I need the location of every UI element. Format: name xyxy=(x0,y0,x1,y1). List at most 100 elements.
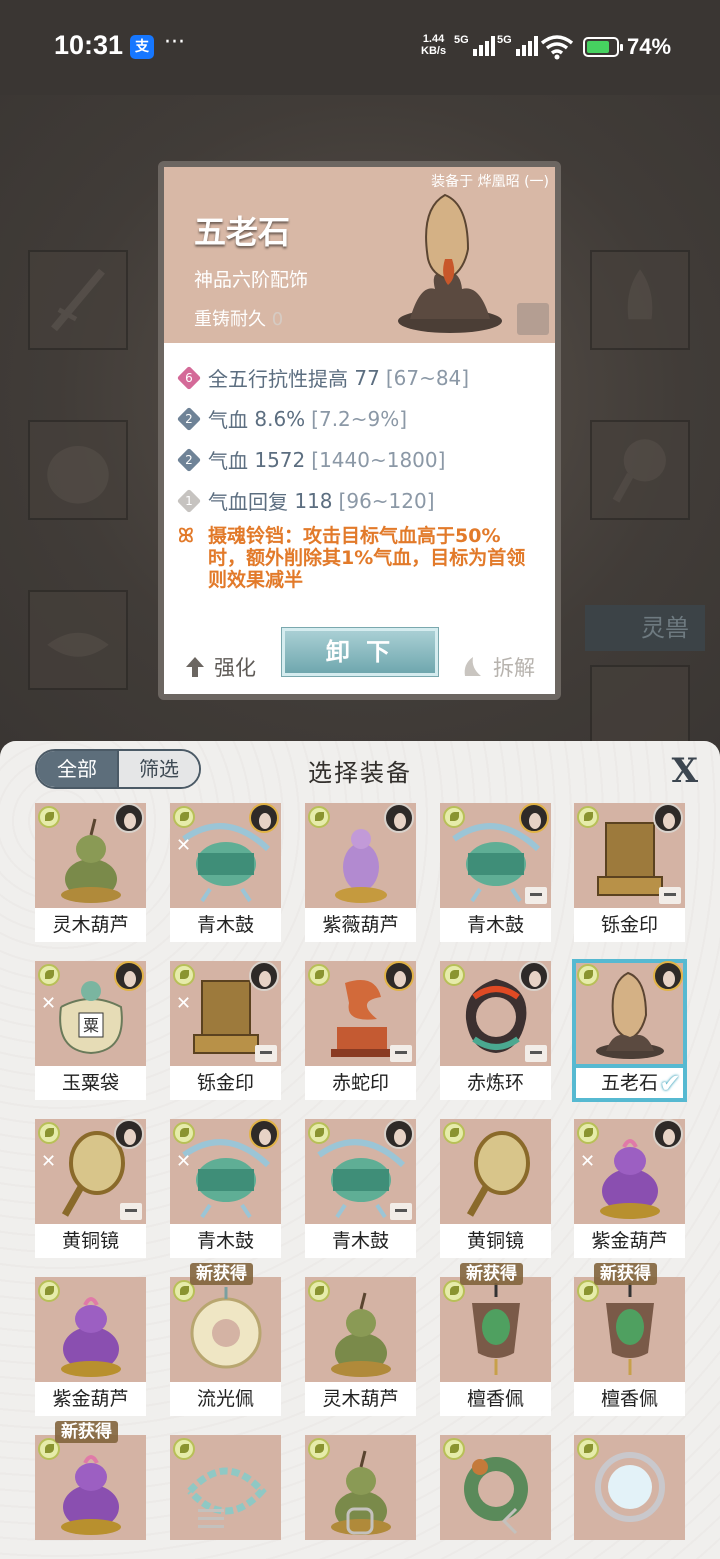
element-icon xyxy=(38,964,60,986)
element-icon xyxy=(577,1438,599,1460)
item-art xyxy=(466,1131,530,1217)
equipment-item[interactable]: 粟 ✕ 玉粟袋 xyxy=(35,961,146,1101)
stat-list: 6 全五行抗性提高 77 [67~84] 2 气血 8.6% [7.2~9%] … xyxy=(164,343,555,591)
owner-avatar xyxy=(114,1119,144,1149)
locked-icon xyxy=(525,1045,547,1062)
owner-avatar xyxy=(384,1119,414,1149)
new-badge: 新获得 xyxy=(460,1263,523,1285)
element-icon xyxy=(443,964,465,986)
wifi-icon xyxy=(540,35,574,60)
back-icon[interactable] xyxy=(500,1507,520,1539)
owner-avatar xyxy=(653,803,683,833)
item-art xyxy=(472,1283,520,1375)
equipment-item[interactable]: 紫金葫芦 xyxy=(35,1277,146,1417)
element-icon xyxy=(308,1438,330,1460)
equipment-item[interactable]: 新获得 流光佩 xyxy=(170,1263,281,1417)
equipment-item[interactable]: 青木鼓 xyxy=(440,803,551,943)
set-mark-icon: ✕ xyxy=(580,1151,596,1172)
equipment-item[interactable]: 青木鼓 xyxy=(305,1119,416,1259)
owner-avatar xyxy=(249,1119,279,1149)
equipped-on-label: 装备于 烨凰昭 (一) xyxy=(431,174,549,190)
stat-level-gem-icon: 6 xyxy=(176,365,202,390)
owner-avatar xyxy=(114,961,144,991)
spirit-beast-tab[interactable]: 灵兽 xyxy=(585,605,705,651)
equip-slot-weapon[interactable] xyxy=(28,250,128,350)
equipment-item[interactable]: ✕ 青木鼓 xyxy=(170,1119,281,1259)
element-icon xyxy=(443,1122,465,1144)
element-icon xyxy=(577,1122,599,1144)
set-mark-icon: ✕ xyxy=(41,993,57,1014)
equip-slot-armor[interactable] xyxy=(28,420,128,520)
special-effect: ꕤ 摄魂铃铛：攻击目标气血高于50%时，额外削除其1%气血，目标为首领则效果减半 xyxy=(178,525,526,591)
new-badge: 新获得 xyxy=(190,1263,253,1285)
locked-icon xyxy=(120,1203,142,1220)
equipment-item[interactable]: 五老石 ✔ xyxy=(572,959,687,1102)
element-icon xyxy=(38,806,60,828)
item-thumbnail: 新获得 xyxy=(574,1263,685,1382)
item-artwork xyxy=(398,193,502,333)
equipment-item[interactable]: ✕ 黄铜镜 xyxy=(35,1119,146,1259)
equipment-item[interactable]: 黄铜镜 xyxy=(440,1119,551,1259)
item-thumbnail xyxy=(305,961,416,1066)
item-label: 青木鼓 xyxy=(440,908,551,942)
recast-durability: 重铸耐久 0 xyxy=(194,309,284,330)
equipment-item[interactable]: 铄金印 xyxy=(574,803,685,943)
item-label: 檀香佩 xyxy=(440,1382,551,1416)
owner-avatar xyxy=(653,1119,683,1149)
item-thumbnail xyxy=(305,1277,416,1382)
equipment-item[interactable]: 赤蛇印 xyxy=(305,961,416,1101)
item-label: 青木鼓 xyxy=(305,1224,416,1258)
signal-icon: 5G xyxy=(454,34,495,56)
item-art xyxy=(331,1292,391,1377)
stat-row: 2 气血 8.6% [7.2~9%] xyxy=(176,398,555,439)
stat-row: 1 气血回复 118 [96~120] xyxy=(176,480,555,521)
equipment-item[interactable]: 新获得 檀香佩 xyxy=(574,1263,685,1417)
item-detail-card: 装备于 烨凰昭 (一) 五老石 神品六阶配饰 重铸耐久 0 6 全五行抗性提高 … xyxy=(158,161,561,700)
item-thumbnail: ✕ xyxy=(170,961,281,1066)
owner-avatar xyxy=(653,961,683,991)
battery-percent: 74% xyxy=(627,34,672,59)
element-icon xyxy=(308,806,330,828)
equip-slot-accessory[interactable] xyxy=(590,250,690,350)
item-label: 紫金葫芦 xyxy=(35,1382,146,1416)
item-art xyxy=(190,1287,262,1369)
salvage-button[interactable]: 拆解 xyxy=(461,652,535,682)
salvage-icon xyxy=(464,657,481,676)
equipment-item[interactable]: ✕ 紫金葫芦 xyxy=(574,1119,685,1259)
new-badge: 新获得 xyxy=(55,1421,118,1443)
element-icon xyxy=(443,1438,465,1460)
item-thumbnail xyxy=(440,1119,551,1224)
equip-slot-mirror[interactable] xyxy=(590,420,690,520)
lock-item-button[interactable] xyxy=(517,303,549,335)
svg-text:粟: 粟 xyxy=(83,1016,99,1035)
equipment-item[interactable]: 赤炼环 xyxy=(440,961,551,1101)
equipment-item[interactable]: 新获得檀香佩 xyxy=(440,1263,551,1417)
home-icon[interactable] xyxy=(346,1507,374,1539)
element-icon xyxy=(38,1280,60,1302)
element-icon xyxy=(38,1122,60,1144)
owner-avatar xyxy=(519,961,549,991)
strengthen-button[interactable]: 强化 xyxy=(184,652,256,682)
menu-icon[interactable] xyxy=(198,1507,224,1533)
item-thumbnail xyxy=(574,803,685,908)
item-thumbnail: 新获得 xyxy=(170,1263,281,1382)
equipment-item[interactable]: 紫薇葫芦 xyxy=(305,803,416,943)
special-effect-icon: ꕤ xyxy=(178,525,194,547)
equipment-item[interactable]: 灵木葫芦 xyxy=(305,1277,416,1417)
set-mark-icon: ✕ xyxy=(41,1151,57,1172)
locked-icon xyxy=(525,887,547,904)
item-label: 紫金葫芦 xyxy=(574,1224,685,1258)
equipment-item[interactable]: 灵木葫芦 xyxy=(35,803,146,943)
element-icon xyxy=(173,806,195,828)
locked-icon xyxy=(390,1045,412,1062)
equipment-item[interactable]: ✕ 青木鼓 xyxy=(170,803,281,943)
equipment-item[interactable]: ✕ 铄金印 xyxy=(170,961,281,1101)
unequip-button[interactable]: 卸 下 xyxy=(281,627,439,677)
item-label: 黄铜镜 xyxy=(35,1224,146,1258)
alipay-icon: 支 xyxy=(130,35,154,59)
close-button[interactable]: X xyxy=(672,751,698,791)
equip-slot-extra[interactable] xyxy=(590,665,690,745)
locked-icon xyxy=(659,887,681,904)
equip-slot-belt[interactable] xyxy=(28,590,128,690)
item-thumbnail xyxy=(572,959,687,1068)
